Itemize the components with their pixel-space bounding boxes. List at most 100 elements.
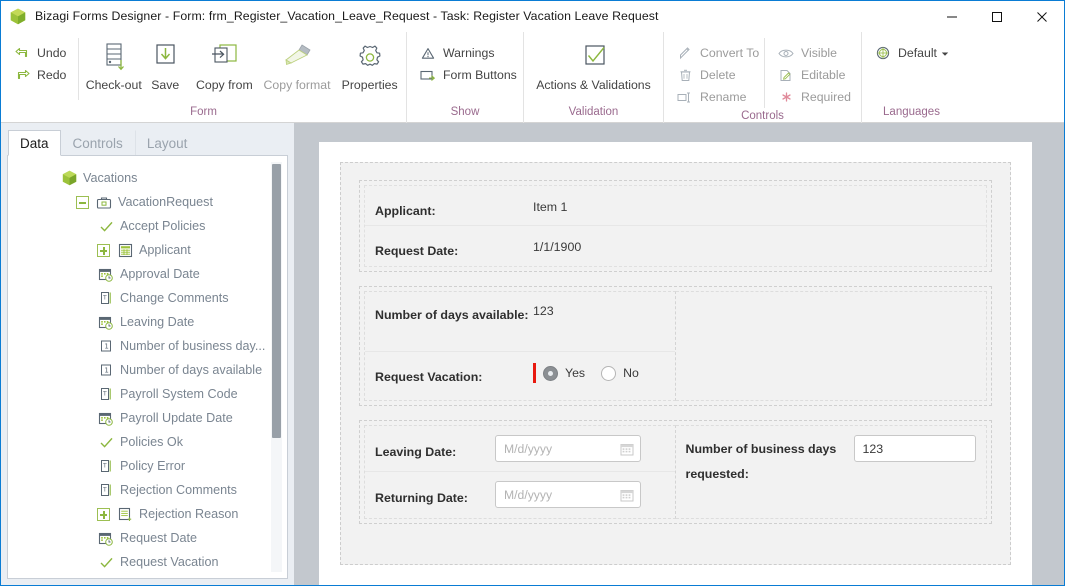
calendar-icon[interactable] [620, 488, 634, 505]
rename-label: Rename [700, 90, 747, 104]
leaving-date-input[interactable]: M/d/yyyy [495, 435, 641, 462]
maximize-button[interactable] [974, 1, 1019, 32]
dates-left-column[interactable]: Leaving Date: M/d/yyyy Returning Date: M… [364, 425, 676, 519]
tree-item-approval-date[interactable]: Approval Date [12, 262, 269, 286]
returning-date-input[interactable]: M/d/yyyy [495, 481, 641, 508]
business-days-input[interactable]: 123 [853, 435, 976, 462]
dates-right-column[interactable]: Number of business days requested: 123 [675, 425, 987, 519]
tree-item-leaving-date[interactable]: Leaving Date [12, 310, 269, 334]
collapse-minus-icon[interactable] [76, 195, 89, 209]
tree-item-vacationrequest[interactable]: VacationRequest [12, 190, 269, 214]
ribbon-group-controls: Convert To Delete Rename Visible Editabl… [663, 32, 861, 123]
applicant-section[interactable]: Applicant: Item 1 Request Date: 1/1/1900 [359, 180, 992, 272]
minimize-button[interactable] [929, 1, 974, 32]
tree-item-label: Policy Error [120, 459, 186, 473]
expand-plus-icon[interactable] [97, 243, 110, 257]
tree-item-payroll-system-code[interactable]: T Payroll System Code [12, 382, 269, 406]
warning-triangle-icon [419, 45, 437, 61]
tree-item-change-comments[interactable]: T Change Comments [12, 286, 269, 310]
radio-yes[interactable] [543, 365, 558, 381]
delete-button[interactable]: Delete [672, 64, 756, 86]
tree-item-policy-error[interactable]: T Policy Error [12, 454, 269, 478]
business-days-label: Number of business days requested: [685, 442, 837, 481]
field-row-days-available[interactable]: Number of days available: 123 [365, 292, 675, 352]
form-root-container[interactable]: Applicant: Item 1 Request Date: 1/1/1900 [340, 162, 1011, 565]
radio-yes-label: Yes [565, 366, 586, 380]
form-buttons-icon [419, 67, 437, 83]
main-body: Data Controls Layout Vacations VacationR… [1, 123, 1064, 585]
applicant-value[interactable]: Item 1 [533, 186, 976, 214]
tree-item-policies-ok[interactable]: Policies Ok [12, 430, 269, 454]
request-vacation-label: Request Vacation: [375, 370, 483, 384]
number-icon: 1 [97, 362, 115, 378]
days-section[interactable]: Number of days available: 123 Request Va… [359, 286, 992, 406]
request-date-value[interactable]: 1/1/1900 [533, 226, 976, 254]
calendar-icon[interactable] [620, 442, 634, 459]
tree-item-request-date[interactable]: Request Date [12, 526, 269, 550]
tree-item-accept-policies[interactable]: Accept Policies [12, 214, 269, 238]
default-language-button[interactable]: Default [870, 42, 953, 64]
tree-scrollbar-thumb[interactable] [272, 164, 281, 438]
tree-item-number-of-business-days[interactable]: 1 Number of business day... [12, 334, 269, 358]
tree-item-number-of-days-available[interactable]: 1 Number of days available [12, 358, 269, 382]
days-right-column[interactable] [675, 291, 987, 401]
close-button[interactable] [1019, 1, 1064, 32]
text-icon: T [97, 458, 115, 474]
actions-validations-button[interactable]: Actions & Validations [530, 38, 658, 92]
tree-item-applicant[interactable]: Applicant [12, 238, 269, 262]
redo-button[interactable]: Redo [9, 64, 70, 86]
radio-no[interactable] [601, 365, 617, 381]
field-row-returning-date[interactable]: Returning Date: M/d/yyyy [365, 472, 675, 518]
rename-button[interactable]: Rename [672, 86, 756, 108]
convert-to-button[interactable]: Convert To [672, 42, 759, 64]
warnings-button[interactable]: Warnings [415, 42, 521, 64]
svg-text:T: T [102, 463, 107, 470]
tab-layout-label: Layout [146, 136, 188, 151]
tab-controls[interactable]: Controls [61, 130, 135, 156]
copy-format-icon [280, 40, 314, 76]
returning-date-label: Returning Date: [375, 491, 468, 505]
tree-scrollbar[interactable] [271, 162, 282, 572]
required-toggle[interactable]: Required [773, 86, 855, 108]
ribbon-group-validation: Actions & Validations Validation [523, 32, 663, 123]
check-out-button[interactable]: Check-out [85, 38, 142, 92]
field-row-request-date[interactable]: Request Date: 1/1/1900 [365, 226, 986, 266]
form-buttons-button[interactable]: Form Buttons [415, 64, 521, 86]
text-icon: T [97, 290, 115, 306]
field-row-business-days[interactable]: Number of business days requested: 123 [675, 426, 986, 488]
svg-text:T: T [102, 295, 107, 302]
copy-format-button[interactable]: Copy format [261, 38, 334, 92]
days-available-value[interactable]: 123 [533, 292, 665, 318]
field-row-applicant[interactable]: Applicant: Item 1 [365, 186, 986, 226]
tree-item-request-vacation[interactable]: Request Vacation [12, 550, 269, 574]
eye-icon [777, 45, 795, 61]
copy-from-button[interactable]: Copy from [188, 38, 261, 92]
tree-item-rejection-reason[interactable]: Rejection Reason [12, 502, 269, 526]
save-button[interactable]: Save [142, 38, 188, 92]
data-tree-container: Vacations VacationRequest Accept Policie… [12, 160, 283, 574]
tab-data[interactable]: Data [8, 130, 61, 156]
tree-item-rejection-comments[interactable]: T Rejection Comments [12, 478, 269, 502]
visible-toggle[interactable]: Visible [773, 42, 855, 64]
tab-layout[interactable]: Layout [134, 130, 200, 156]
expand-plus-icon[interactable] [97, 507, 110, 521]
form-canvas-area: Applicant: Item 1 Request Date: 1/1/1900 [294, 123, 1064, 585]
field-row-leaving-date[interactable]: Leaving Date: M/d/yyyy [365, 426, 675, 472]
editable-toggle[interactable]: Editable [773, 64, 855, 86]
days-left-column[interactable]: Number of days available: 123 Request Va… [364, 291, 676, 401]
delete-label: Delete [700, 68, 736, 82]
undo-button[interactable]: Undo [9, 42, 70, 64]
data-tab-panel: Vacations VacationRequest Accept Policie… [7, 155, 288, 579]
properties-button[interactable]: Properties [333, 38, 406, 92]
request-vacation-radio-group[interactable]: Yes No [533, 362, 655, 384]
dates-section[interactable]: Leaving Date: M/d/yyyy Returning Date: M… [359, 420, 992, 524]
window-controls [929, 1, 1064, 32]
tree-item-vacations[interactable]: Vacations [12, 166, 269, 190]
field-row-request-vacation[interactable]: Request Vacation: Yes No [365, 352, 675, 400]
save-icon [150, 40, 180, 76]
form-paper: Applicant: Item 1 Request Date: 1/1/1900 [319, 142, 1032, 585]
tree-item-payroll-update-date[interactable]: Payroll Update Date [12, 406, 269, 430]
green-cube-icon [60, 170, 78, 186]
business-days-value: 123 [862, 441, 884, 456]
copy-format-label: Copy format [263, 78, 331, 92]
